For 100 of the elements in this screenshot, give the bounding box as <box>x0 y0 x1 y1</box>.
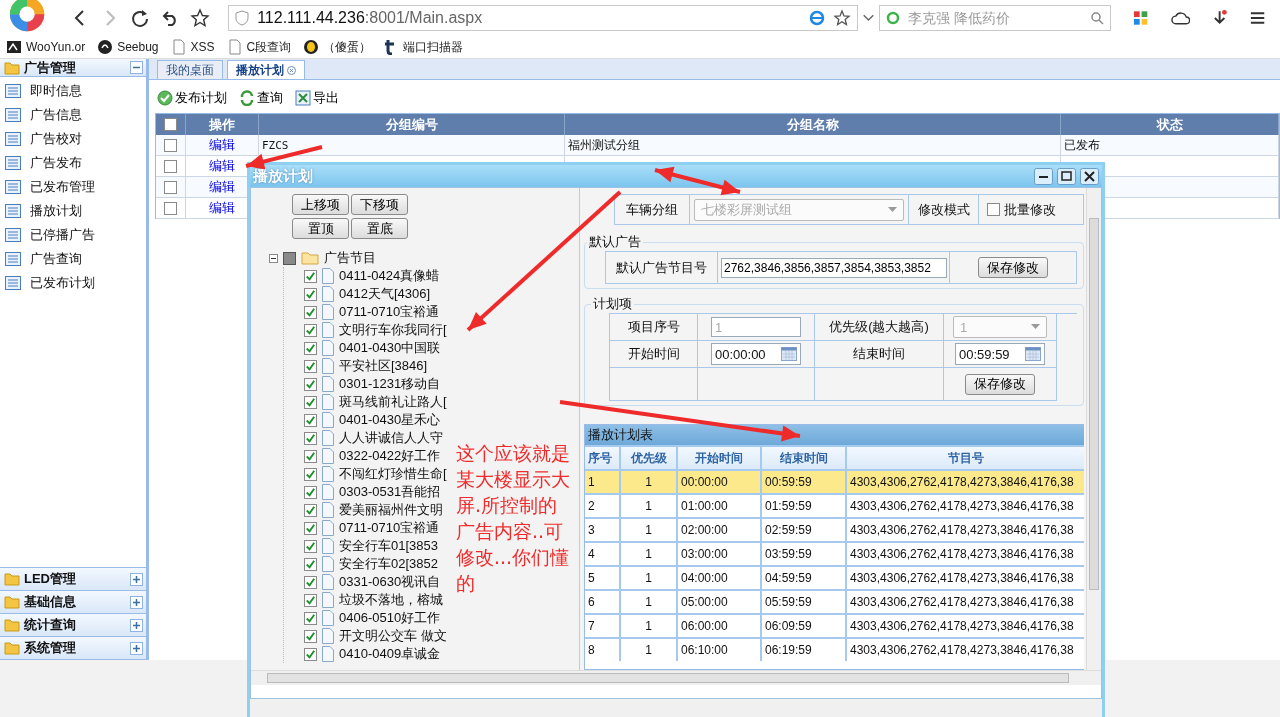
search-input[interactable]: 李克强 降低药价 <box>906 9 1085 27</box>
field-label: 结束时间 <box>853 345 905 363</box>
tree-item[interactable]: 0401-0430星禾心 <box>339 411 441 429</box>
table-cell: 1 <box>621 495 676 517</box>
move-button[interactable]: 下移项 <box>351 194 408 215</box>
batch-checkbox[interactable]: 批量修改 <box>987 200 1056 219</box>
field-label: 车辆分组 <box>625 200 679 219</box>
table-cell: 4303,4306,2762,4178,4273,3846,4176,38 <box>847 471 1084 493</box>
sidebar-item[interactable]: 已发布管理 <box>0 175 146 199</box>
table-cell: 05:00:00 <box>678 591 760 613</box>
bookmark[interactable]: （傻蛋） <box>303 38 372 56</box>
save-button[interactable]: 保存修改 <box>978 257 1048 278</box>
table-cell: 4303,4306,2762,4178,4273,3846,4176,38 <box>847 615 1084 637</box>
tree-item[interactable]: 0331-0630视讯自 <box>339 573 441 591</box>
address-host: 112.111.44.236 <box>257 9 365 27</box>
table-cell: FZCS <box>259 135 565 156</box>
table-cell: 02:59:59 <box>762 519 845 541</box>
table-cell: 05:59:59 <box>762 591 845 613</box>
tree-item[interactable]: 爱美丽福州件文明 <box>339 501 443 519</box>
bookmark[interactable]: WooYun.or <box>6 39 86 55</box>
tree-item[interactable]: 0303-0531吾能招 <box>339 483 441 501</box>
tree-item[interactable]: 不闯红灯珍惜生命[ <box>339 465 447 483</box>
tree-item[interactable]: 人人讲诚信人人守 <box>339 429 443 447</box>
sidebar-item[interactable]: 即时信息 <box>0 79 146 103</box>
tree-item[interactable]: 安全行车02[3852 <box>339 555 438 573</box>
sidebar-item[interactable]: 已停播广告 <box>0 223 146 247</box>
bookmark[interactable]: C段查询 <box>226 38 292 56</box>
tab[interactable]: 我的桌面 <box>157 60 223 79</box>
bookmark[interactable]: 端口扫描器 <box>383 38 464 56</box>
bookmark-label: Seebug <box>117 40 159 54</box>
tree-item[interactable]: 文明行车你我同行[ <box>339 321 447 339</box>
table-cell: 4303,4306,2762,4178,4273,3846,4176,38 <box>847 591 1084 613</box>
field-label: 默认广告节目号 <box>615 258 708 277</box>
table-cell: 1 <box>621 519 676 541</box>
dialog-title: 播放计划 <box>253 166 313 186</box>
accordion-header[interactable]: 系统管理 <box>0 637 146 660</box>
save-button[interactable]: 保存修改 <box>965 373 1035 395</box>
table-cell: 5 <box>585 567 619 589</box>
tree-item[interactable]: 斑马线前礼让路人[ <box>339 393 447 411</box>
table-cell: 4303,4306,2762,4178,4273,3846,4176,38 <box>847 567 1084 589</box>
sidebar-item[interactable]: 广告查询 <box>0 247 146 271</box>
grid-title: 播放计划表 <box>585 425 1084 445</box>
tree-item[interactable]: 0401-0430中国联 <box>339 339 441 357</box>
column-header: 操作 <box>186 114 259 135</box>
bookmark-label: （傻蛋） <box>323 38 372 56</box>
table-cell: 00:59:59 <box>762 471 845 493</box>
tree-item[interactable]: 0406-0510好工作 <box>339 609 441 627</box>
table-cell: 4303,4306,2762,4178,4273,3846,4176,38 <box>847 543 1084 565</box>
search-field[interactable]: 李克强 降低药价 <box>879 5 1112 31</box>
program-number-field[interactable]: 2762,3846,3856,3857,3854,3853,3852 <box>721 257 947 278</box>
tree-item[interactable]: 0410-0409卓诚金 <box>339 645 441 663</box>
table-cell: 福州测试分组 <box>565 135 1061 156</box>
tree-item[interactable]: 安全行车01[3853 <box>339 537 438 555</box>
edit-link[interactable]: 编辑 <box>209 199 235 217</box>
start-time-field[interactable]: 00:00:00 <box>711 343 801 365</box>
toolbar-button[interactable]: 导出 <box>293 89 341 107</box>
tree-item[interactable]: 0711-0710宝裕通 <box>339 519 440 537</box>
accordion-header[interactable]: LED管理 <box>0 568 146 591</box>
accordion-header[interactable]: 基础信息 <box>0 591 146 614</box>
table-cell: 06:19:59 <box>762 639 845 661</box>
move-button[interactable]: 置底 <box>351 218 408 239</box>
tree-item[interactable]: 0412天气[4306] <box>339 285 431 303</box>
sidebar-item[interactable]: 广告信息 <box>0 103 146 127</box>
table-cell: 4303,4306,2762,4178,4273,3846,4176,38 <box>847 639 1084 661</box>
toolbar-button[interactable]: 查询 <box>237 89 285 107</box>
table-cell: 1 <box>621 471 676 493</box>
tree-item[interactable]: 垃圾不落地，榕城 <box>339 591 443 609</box>
tree-item[interactable]: 0711-0710宝裕通 <box>339 303 440 321</box>
field-label: 开始时间 <box>627 345 680 363</box>
column-header: 状态 <box>1061 114 1279 135</box>
tree-item[interactable]: 广告节目 <box>324 249 376 267</box>
tree-item[interactable]: 平安社区[3846] <box>339 357 428 375</box>
move-button[interactable]: 置顶 <box>292 218 349 239</box>
table-cell: 01:59:59 <box>762 495 845 517</box>
table-cell: 02:00:00 <box>678 519 760 541</box>
sidebar-item[interactable]: 广告校对 <box>0 127 146 151</box>
sidebar-item[interactable]: 已发布计划 <box>0 271 146 295</box>
table-cell: 7 <box>585 615 619 637</box>
field-label: 优先级(越大越高) <box>829 318 929 336</box>
edit-link[interactable]: 编辑 <box>209 157 235 175</box>
column-header: 分组编号 <box>259 114 565 135</box>
move-button[interactable]: 上移项 <box>292 194 349 215</box>
accordion-header[interactable]: 广告管理 <box>0 59 146 77</box>
tab[interactable]: 播放计划 <box>227 60 305 79</box>
tree-item[interactable]: 0301-1231移动自 <box>339 375 441 393</box>
sidebar-item[interactable]: 广告发布 <box>0 151 146 175</box>
sidebar-item[interactable]: 播放计划 <box>0 199 146 223</box>
accordion-header[interactable]: 统计查询 <box>0 614 146 637</box>
tree-item[interactable]: 开文明公交车 做文 <box>339 627 447 645</box>
bookmark-label: WooYun.or <box>26 40 86 54</box>
table-cell: 4303,4306,2762,4178,4273,3846,4176,38 <box>847 495 1084 517</box>
address-bar[interactable]: 112.111.44.236:8001/Main.aspx <box>228 5 859 31</box>
table-cell: 1 <box>585 471 619 493</box>
bookmark[interactable]: Seebug <box>97 39 159 55</box>
tree-item[interactable]: 0322-0422好工作 <box>339 447 441 465</box>
end-time-field[interactable]: 00:59:59 <box>955 343 1045 365</box>
bookmark[interactable]: XSS <box>170 39 215 55</box>
tree-item[interactable]: 0411-0424真像蜡 <box>339 267 440 285</box>
annotation-text: 这个应该就是某大楼显示大屏.所控制的广告内容..可修改...你们懂的 <box>456 441 571 596</box>
toolbar-button[interactable]: 发布计划 <box>155 89 229 107</box>
